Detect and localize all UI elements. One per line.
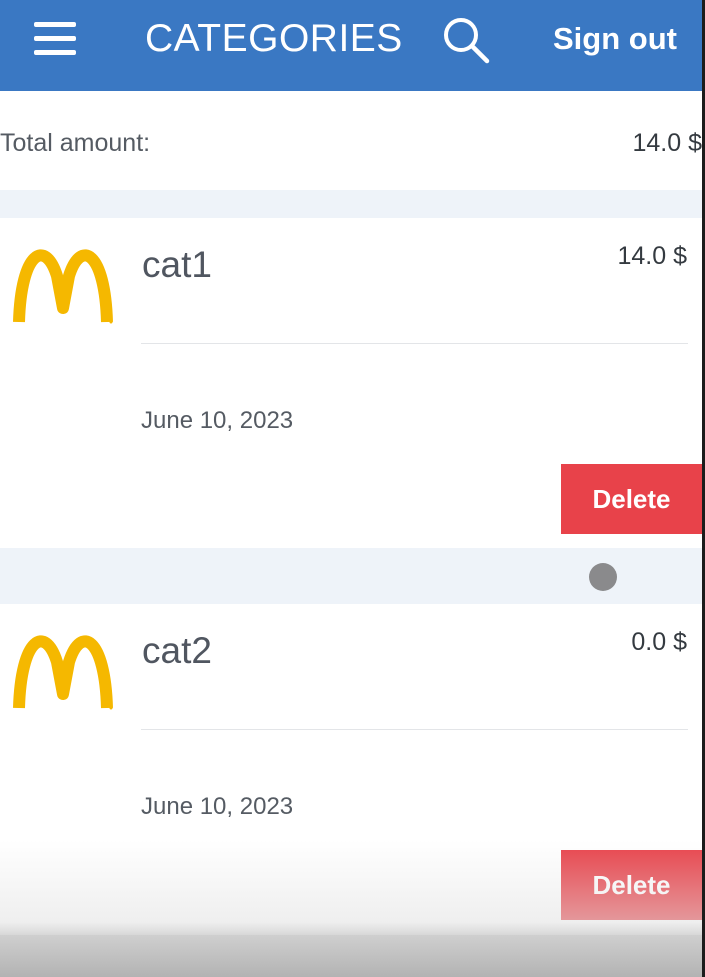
- category-amount: 14.0 $: [617, 242, 687, 270]
- total-amount-row: Total amount: 14.0 $: [0, 91, 702, 190]
- delete-button[interactable]: Delete: [561, 464, 702, 534]
- hamburger-menu-icon[interactable]: [34, 22, 78, 55]
- app-header: CATEGORIES Sign out: [0, 0, 702, 91]
- category-card[interactable]: cat2 0.0 $ June 10, 2023 Delete: [0, 604, 702, 934]
- total-amount-label: Total amount:: [0, 129, 151, 157]
- page-title: CATEGORIES: [145, 17, 403, 60]
- mcdonalds-logo-icon: [13, 635, 113, 710]
- sign-out-button[interactable]: Sign out: [553, 20, 677, 58]
- category-amount: 0.0 $: [631, 628, 687, 656]
- bottom-shadow-band: [0, 935, 702, 977]
- mcdonalds-logo-icon: [13, 249, 113, 324]
- category-name: cat1: [142, 244, 212, 285]
- section-divider: [0, 190, 702, 218]
- category-date: June 10, 2023: [141, 793, 294, 820]
- app-screen: CATEGORIES Sign out Total amount: 14.0 $…: [0, 0, 702, 977]
- category-name: cat2: [142, 630, 212, 671]
- delete-button[interactable]: Delete: [561, 850, 702, 920]
- card-divider: [141, 729, 688, 730]
- search-icon[interactable]: [440, 14, 492, 66]
- category-card[interactable]: cat1 14.0 $ June 10, 2023 Delete: [0, 218, 702, 548]
- scroll-indicator[interactable]: [589, 563, 617, 591]
- category-date: June 10, 2023: [141, 407, 294, 434]
- card-divider: [141, 343, 688, 344]
- total-amount-value: 14.0 $: [632, 129, 702, 157]
